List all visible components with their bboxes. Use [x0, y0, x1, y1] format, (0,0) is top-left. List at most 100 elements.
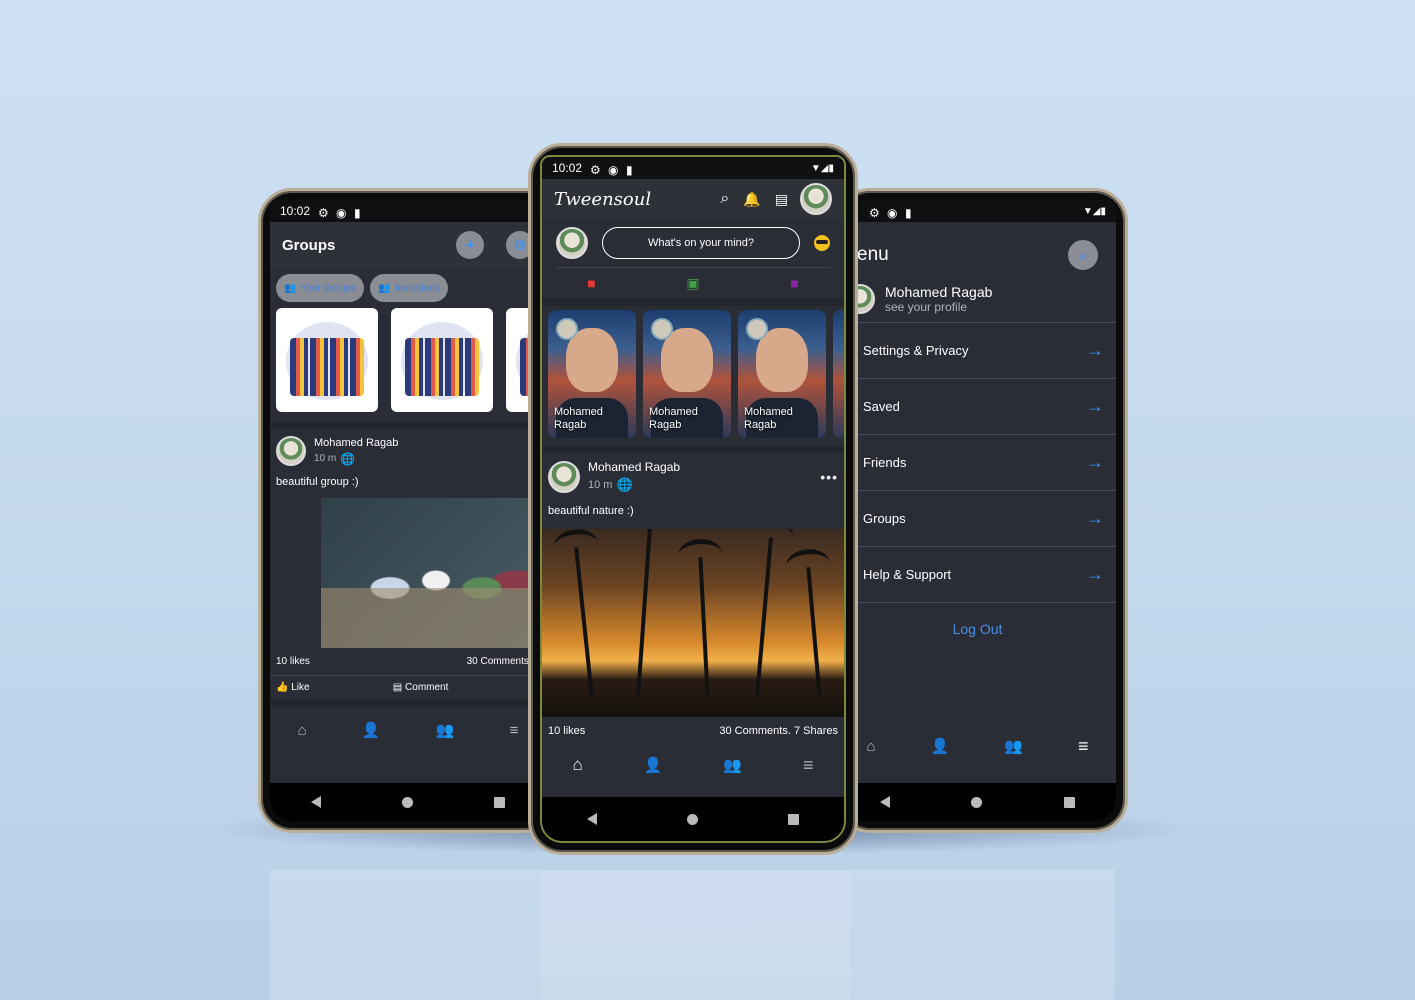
recents-icon[interactable]: [788, 813, 799, 825]
thumbs-up-icon: 👍: [276, 682, 289, 693]
story-card[interactable]: Mohamed Ragab: [548, 310, 636, 438]
group-card[interactable]: [276, 308, 378, 412]
avatar[interactable]: [276, 436, 306, 466]
add-friend-icon[interactable]: 👤: [362, 721, 381, 739]
back-icon[interactable]: [310, 796, 321, 808]
menu-item-friends[interactable]: Friends →: [839, 435, 1116, 491]
story-name: Mohamed Ragab: [554, 406, 603, 431]
avatar[interactable]: [548, 460, 580, 493]
search-icon[interactable]: ⌕: [720, 190, 729, 208]
menu-icon[interactable]: ≡: [803, 755, 814, 776]
more-options-icon[interactable]: •••: [820, 469, 838, 485]
add-group-button[interactable]: +: [456, 231, 484, 259]
like-button[interactable]: 👍 Like: [276, 682, 310, 693]
chat-icon[interactable]: ▤: [775, 191, 788, 208]
photo-icon[interactable]: ▣: [686, 275, 699, 292]
profile-row[interactable]: Mohamed Ragab see your profile: [839, 270, 1116, 323]
post-text: beautiful nature :): [548, 505, 634, 517]
groups-icon[interactable]: 👥: [436, 721, 455, 739]
search-button[interactable]: ⌕: [1068, 240, 1098, 270]
wifi-icon: ▼◢▮: [1082, 205, 1106, 217]
brand-logo: Tweensoul: [554, 188, 652, 210]
add-friend-icon[interactable]: 👤: [644, 756, 663, 774]
story-card[interactable]: [833, 310, 844, 438]
post-actions: 👍 Like ▤ Comment ↪: [270, 676, 546, 699]
post-text: beautiful group :): [276, 476, 359, 488]
post-author[interactable]: Mohamed Ragab: [314, 437, 398, 449]
arrow-right-icon: →: [1086, 396, 1104, 416]
group-card[interactable]: [391, 308, 493, 412]
comments-count[interactable]: 30 Comments. 7 Shares: [719, 725, 838, 737]
story-name: Mohamed Ragab: [649, 406, 698, 431]
likes-count[interactable]: 10 likes: [548, 725, 585, 737]
group-cards: [270, 308, 546, 422]
menu-item-label: Help & Support: [863, 567, 952, 582]
post-photo[interactable]: [542, 529, 844, 717]
post-author[interactable]: Mohamed Ragab: [588, 460, 812, 474]
avatar[interactable]: [800, 183, 832, 215]
globe-icon: 🌐: [340, 451, 356, 466]
composer-input[interactable]: What's on your mind?: [602, 227, 800, 259]
story-card[interactable]: Mohamed Ragab: [738, 310, 826, 438]
shield-icon: ◉: [336, 206, 347, 220]
home-icon[interactable]: ⌂: [572, 755, 582, 775]
bottom-tabs: ⌂ 👤 👥 ≡: [270, 707, 546, 753]
chip-label: Your Groups: [300, 282, 357, 294]
chip-your-groups[interactable]: 👥 Your Groups: [276, 274, 365, 302]
home-circle-icon[interactable]: [687, 813, 698, 825]
chip-invitations[interactable]: 👥 Invitations: [370, 274, 448, 302]
menu-item-label: Saved: [863, 399, 900, 414]
composer-actions: ■ ▣ ■: [542, 268, 844, 298]
story-card[interactable]: Mohamed Ragab: [643, 310, 731, 438]
likes-count[interactable]: 10 likes: [276, 656, 310, 667]
gear-icon: ⚙: [590, 163, 601, 177]
chip-label: Invitations: [394, 282, 440, 294]
status-time: 10:02: [280, 204, 311, 218]
story-name: Mohamed Ragab: [744, 406, 793, 431]
home-circle-icon[interactable]: [971, 796, 983, 808]
post-header: Mohamed Ragab 10 m 🌐 •••: [542, 452, 844, 493]
groups-icon: 👥: [284, 282, 297, 294]
recents-icon[interactable]: [1064, 796, 1076, 808]
home-icon[interactable]: ⌂: [867, 738, 876, 755]
bell-icon[interactable]: 🔔: [743, 191, 760, 208]
recents-icon[interactable]: [494, 796, 506, 808]
globe-icon: 🌐: [616, 477, 633, 492]
menu-item-label: Friends: [863, 455, 907, 470]
shield-icon: ◉: [608, 163, 619, 177]
emoji-icon[interactable]: [814, 235, 830, 251]
status-time: 10:02: [552, 161, 583, 175]
profile-sub: see your profile: [885, 300, 968, 314]
feed-appbar: Tweensoul ⌕ 🔔 ▤: [542, 179, 844, 219]
arrow-right-icon: →: [1086, 340, 1104, 360]
home-icon[interactable]: ⌂: [298, 722, 307, 739]
menu-icon[interactable]: ≡: [510, 722, 519, 739]
home-circle-icon[interactable]: [401, 796, 413, 808]
room-icon[interactable]: ■: [790, 275, 798, 291]
comment-button[interactable]: ▤ Comment: [393, 682, 449, 693]
arrow-right-icon: →: [1086, 508, 1104, 528]
menu-header: enu ⌕: [839, 222, 1116, 270]
add-friend-icon[interactable]: 👤: [931, 737, 950, 755]
post-stats: 10 likes 30 Comments. 7: [270, 648, 546, 675]
gear-icon: ⚙: [513, 236, 527, 253]
video-icon[interactable]: ■: [587, 275, 595, 291]
post-time: 10 m: [588, 479, 613, 491]
sd-card-icon: ▮: [905, 206, 912, 220]
back-icon[interactable]: [587, 813, 597, 825]
post-photo[interactable]: [321, 498, 546, 648]
back-icon[interactable]: [879, 796, 890, 808]
search-icon: ⌕: [1079, 246, 1087, 263]
profile-name: Mohamed Ragab: [885, 284, 993, 300]
menu-item-help[interactable]: Help & Support →: [839, 547, 1116, 603]
sd-card-icon: ▮: [626, 163, 633, 177]
groups-icon[interactable]: 👥: [1004, 737, 1023, 755]
menu-icon[interactable]: ≡: [1078, 736, 1089, 757]
post-time: 10 m: [314, 453, 337, 464]
menu-item-saved[interactable]: Saved →: [839, 379, 1116, 435]
menu-item-settings[interactable]: Settings & Privacy →: [839, 323, 1116, 379]
logout-button[interactable]: Log Out: [839, 603, 1116, 637]
groups-icon[interactable]: 👥: [723, 756, 742, 774]
menu-item-groups[interactable]: Groups →: [839, 491, 1116, 547]
avatar[interactable]: [556, 227, 588, 259]
